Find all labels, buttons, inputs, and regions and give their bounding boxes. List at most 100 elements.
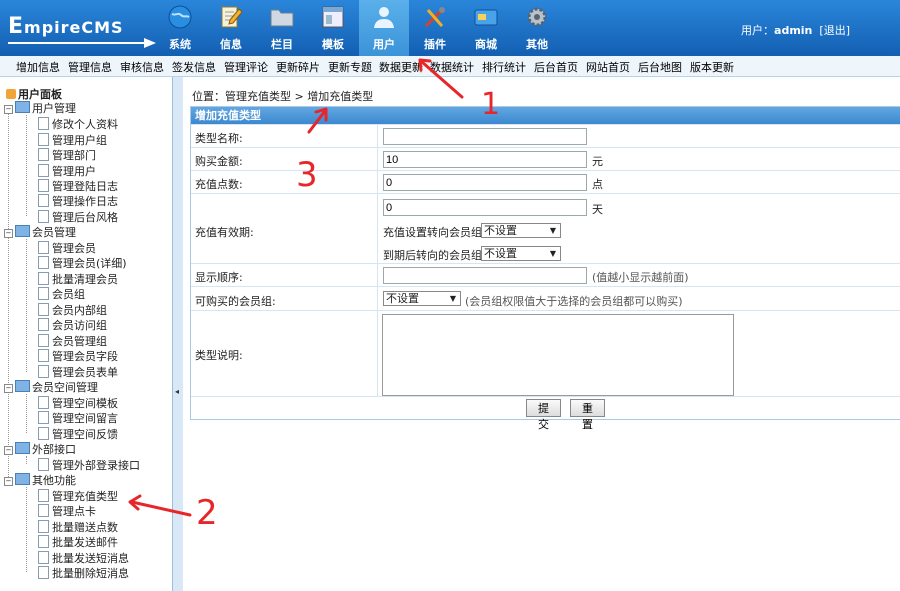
tree-item[interactable]: 管理会员表单	[38, 364, 118, 379]
sidebar-collapse-bar[interactable]: ◂	[172, 77, 183, 591]
folder-icon	[270, 9, 294, 27]
tree-item[interactable]: 修改个人资料	[38, 116, 118, 131]
submenu-item[interactable]: 排行统计	[482, 59, 526, 75]
tree-item[interactable]: 批量删除短消息	[38, 565, 129, 580]
submenu-item[interactable]: 后台地图	[638, 59, 682, 75]
tree-item[interactable]: 管理后台风格	[38, 209, 118, 224]
tree-item[interactable]: 批量清理会员	[38, 271, 118, 286]
submenu-item[interactable]: 审核信息	[120, 59, 164, 75]
description-label: 类型说明:	[195, 349, 243, 362]
points-label: 充值点数:	[195, 178, 243, 191]
tree-item[interactable]: 批量发送短消息	[38, 550, 129, 565]
row-order: 显示顺序: (值越小显示越前面)	[191, 263, 900, 287]
annotation-label-2: 2	[196, 493, 218, 533]
tree-item[interactable]: 会员组	[38, 286, 85, 301]
order-input[interactable]	[383, 267, 587, 284]
row-buy-group: 可购买的会员组: 不设置 ▼ (会员组权限值大于选择的会员组都可以购买)	[191, 286, 900, 311]
nav-shop[interactable]: 商城	[461, 0, 511, 56]
nav-plugin[interactable]: 插件	[410, 0, 460, 56]
row-points: 充值点数: 点	[191, 170, 900, 194]
tree-item[interactable]: 批量赠送点数	[38, 519, 118, 534]
tree-item[interactable]: 管理会员	[38, 240, 96, 255]
tree-item[interactable]: 管理点卡	[38, 503, 96, 518]
nav-label: 栏目	[271, 38, 293, 51]
nav-user[interactable]: 用户	[359, 0, 409, 56]
tree-item[interactable]: 管理空间反馈	[38, 426, 118, 441]
user-prefix: 用户：	[741, 24, 775, 37]
tree-item[interactable]: 管理空间模板	[38, 395, 118, 410]
submenu-item[interactable]: 网站首页	[586, 59, 630, 75]
submenu-item[interactable]: 更新专题	[328, 59, 372, 75]
tree-guide	[26, 487, 27, 572]
tree-item[interactable]: 会员管理组	[38, 333, 107, 348]
submenu-item[interactable]: 数据统计	[430, 59, 474, 75]
buy-group-select[interactable]: 不设置 ▼	[383, 291, 461, 306]
folder-icon	[15, 101, 30, 113]
page-icon	[38, 272, 49, 285]
tree-group-member-management[interactable]: − 会员管理	[4, 224, 76, 239]
nav-template[interactable]: 模板	[308, 0, 358, 56]
tree-item[interactable]: 管理操作日志	[38, 193, 118, 208]
tree-group-external-api[interactable]: − 外部接口	[4, 441, 76, 456]
submenu-item[interactable]: 数据更新	[379, 59, 423, 75]
nav-other[interactable]: 其他	[512, 0, 562, 56]
points-unit: 点	[592, 178, 603, 191]
submenu-item[interactable]: 管理评论	[224, 59, 268, 75]
page-icon	[38, 504, 49, 517]
nav-column[interactable]: 栏目	[257, 0, 307, 56]
nav-info[interactable]: 信息	[206, 0, 256, 56]
page-icon	[38, 566, 49, 579]
logo-rest: mpireCMS	[24, 18, 124, 37]
page-icon	[38, 179, 49, 192]
tree-item[interactable]: 管理用户组	[38, 132, 107, 147]
submenu-item[interactable]: 增加信息	[16, 59, 60, 75]
tree-group-user-management[interactable]: − 用户管理	[4, 100, 76, 115]
tree-item-recharge-type[interactable]: 管理充值类型	[38, 488, 118, 503]
tree-group-other-functions[interactable]: − 其他功能	[4, 472, 76, 487]
logo-initial: E	[8, 14, 25, 39]
nav-label: 插件	[424, 38, 446, 51]
nav-label: 系统	[169, 38, 191, 51]
tree-group-space-management[interactable]: − 会员空间管理	[4, 379, 98, 394]
submenu-item[interactable]: 签发信息	[172, 59, 216, 75]
page-icon	[38, 427, 49, 440]
description-textarea[interactable]	[382, 314, 734, 396]
tree-item[interactable]: 管理会员(详细)	[38, 255, 127, 270]
top-header: EmpireCMS 系统 信息 栏目 模板 用户 插件 商城 其他 用户：adm…	[0, 0, 900, 56]
tree-item[interactable]: 会员内部组	[38, 302, 107, 317]
page-icon	[38, 210, 49, 223]
tree-item[interactable]: 管理用户	[38, 163, 96, 178]
nav-system[interactable]: 系统	[155, 0, 205, 56]
tree-item[interactable]: 管理登陆日志	[38, 178, 118, 193]
amount-input[interactable]	[383, 151, 587, 168]
reset-button[interactable]: 重置	[570, 399, 605, 431]
tree-item[interactable]: 管理部门	[38, 147, 96, 162]
submit-button[interactable]: 提交	[526, 399, 561, 431]
order-note: (值越小显示越前面)	[592, 271, 689, 284]
breadcrumb-separator: >	[291, 90, 308, 103]
tree-item[interactable]: 管理会员字段	[38, 348, 118, 363]
tree-item[interactable]: 批量发送邮件	[38, 534, 118, 549]
tree-item[interactable]: 会员访问组	[38, 317, 107, 332]
document-pencil-icon	[221, 6, 243, 28]
points-input[interactable]	[383, 174, 587, 191]
tree-guide	[8, 113, 9, 485]
breadcrumb-link[interactable]: 管理充值类型	[225, 90, 291, 103]
tree-item[interactable]: 管理空间留言	[38, 410, 118, 425]
expire-group-select[interactable]: 不设置 ▼	[481, 246, 561, 261]
logout-link[interactable]: [退出]	[819, 24, 850, 37]
tree-item[interactable]: 管理外部登录接口	[38, 457, 140, 472]
buy-group-note: (会员组权限值大于选择的会员组都可以购买)	[465, 295, 683, 308]
submenu-item[interactable]: 管理信息	[68, 59, 112, 75]
breadcrumb-current[interactable]: 增加充值类型	[307, 90, 373, 103]
nav-label: 其他	[526, 38, 548, 51]
validity-days-input[interactable]	[383, 199, 587, 216]
group-after-select[interactable]: 不设置 ▼	[481, 223, 561, 238]
submenu-item[interactable]: 后台首页	[534, 59, 578, 75]
page-icon	[38, 365, 49, 378]
type-name-input[interactable]	[383, 128, 587, 145]
page-icon	[38, 411, 49, 424]
submenu-item[interactable]: 更新碎片	[276, 59, 320, 75]
empirecms-logo[interactable]: EmpireCMS	[8, 10, 158, 48]
submenu-item[interactable]: 版本更新	[690, 59, 734, 75]
